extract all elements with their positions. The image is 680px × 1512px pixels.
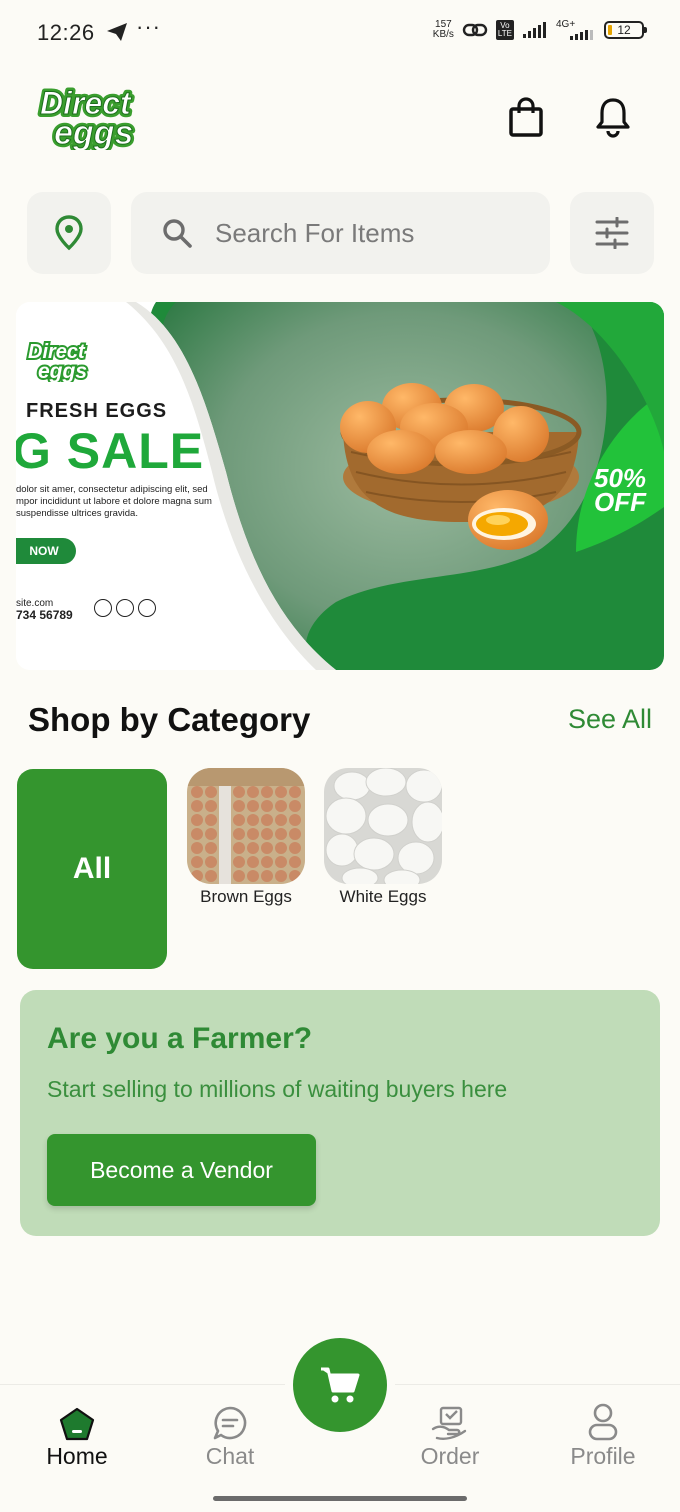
location-pin-icon (55, 215, 83, 251)
become-vendor-button[interactable]: Become a Vendor (47, 1134, 316, 1206)
search-input[interactable] (215, 217, 515, 249)
banner-fresh-text: FRESH EGGS (26, 400, 168, 422)
direct-eggs-logo: Direct Direct eggs eggs (37, 84, 136, 150)
category-label: White Eggs (339, 887, 427, 906)
hotspot-link-icon (462, 23, 488, 37)
svg-text:eggs: eggs (54, 114, 133, 150)
banner-cta-button[interactable]: NOW (16, 538, 76, 564)
phone-icon (94, 599, 112, 617)
nav-order[interactable]: Order (390, 1401, 510, 1470)
net-speed: 157 KB/s (432, 19, 454, 40)
farmer-subtitle: Start selling to millions of waiting buy… (47, 1076, 508, 1102)
bell-icon[interactable] (594, 96, 632, 138)
status-indicators: 157 KB/s Vo LTE 4G+ 12 (432, 19, 647, 40)
nav-profile[interactable]: Profile (543, 1401, 663, 1470)
farmer-title: Are you a Farmer? (47, 1022, 313, 1055)
chat-bubble-icon (213, 1406, 247, 1440)
telegram-icon (107, 23, 127, 41)
network-type: 4G+ (556, 20, 596, 40)
banner-logo: Direct eggs (26, 339, 89, 382)
instagram-icon (138, 599, 156, 617)
home-indicator[interactable] (213, 1496, 467, 1501)
volte-badge: Vo LTE (495, 20, 514, 40)
banner-discount: 50% OFF (594, 463, 647, 517)
nav-chat[interactable]: Chat (170, 1401, 290, 1470)
banner-sale-text: G SALE (16, 423, 205, 479)
status-time: 12:26 (37, 20, 95, 45)
status-bar: 12:26 ··· 157 KB/s Vo LTE 4G+ 12 (0, 0, 680, 66)
category-brown-eggs[interactable]: Brown Eggs (187, 768, 305, 907)
farmer-card: Are you a Farmer? Start selling to milli… (20, 990, 660, 1236)
more-notifications-icon: ··· (136, 14, 161, 39)
location-button[interactable] (27, 192, 111, 274)
category-label: Brown Eggs (200, 887, 292, 906)
see-all-link[interactable]: See All (568, 704, 652, 735)
banner-phone: 734 56789 (16, 608, 73, 622)
battery-icon: 12 (604, 21, 647, 39)
profile-user-icon (588, 1403, 618, 1441)
promo-banner[interactable]: Direct eggs FRESH EGGS G SALE dolor sit … (16, 302, 664, 670)
svg-text:eggs: eggs (38, 360, 87, 382)
category-white-eggs[interactable]: White Eggs (324, 768, 442, 907)
twitter-icon (116, 599, 134, 617)
filter-sliders-icon (595, 217, 629, 249)
category-section-title: Shop by Category (28, 701, 311, 738)
filter-button[interactable] (570, 192, 654, 274)
banner-description: dolor sit amer, consectetur adipiscing e… (16, 484, 212, 519)
search-bar[interactable] (131, 192, 550, 274)
home-pentagon-icon (59, 1407, 95, 1441)
cart-button[interactable] (293, 1338, 387, 1432)
cart-icon (321, 1367, 360, 1403)
nav-home[interactable]: Home (17, 1401, 137, 1470)
search-icon (163, 219, 192, 248)
shopping-bag-icon[interactable] (508, 97, 544, 137)
category-all[interactable]: All (17, 769, 167, 969)
white-eggs-image (324, 768, 442, 884)
banner-social-icons (94, 599, 156, 617)
order-hand-icon (431, 1406, 467, 1440)
signal-icon (523, 22, 546, 38)
brown-eggs-image (187, 768, 305, 884)
